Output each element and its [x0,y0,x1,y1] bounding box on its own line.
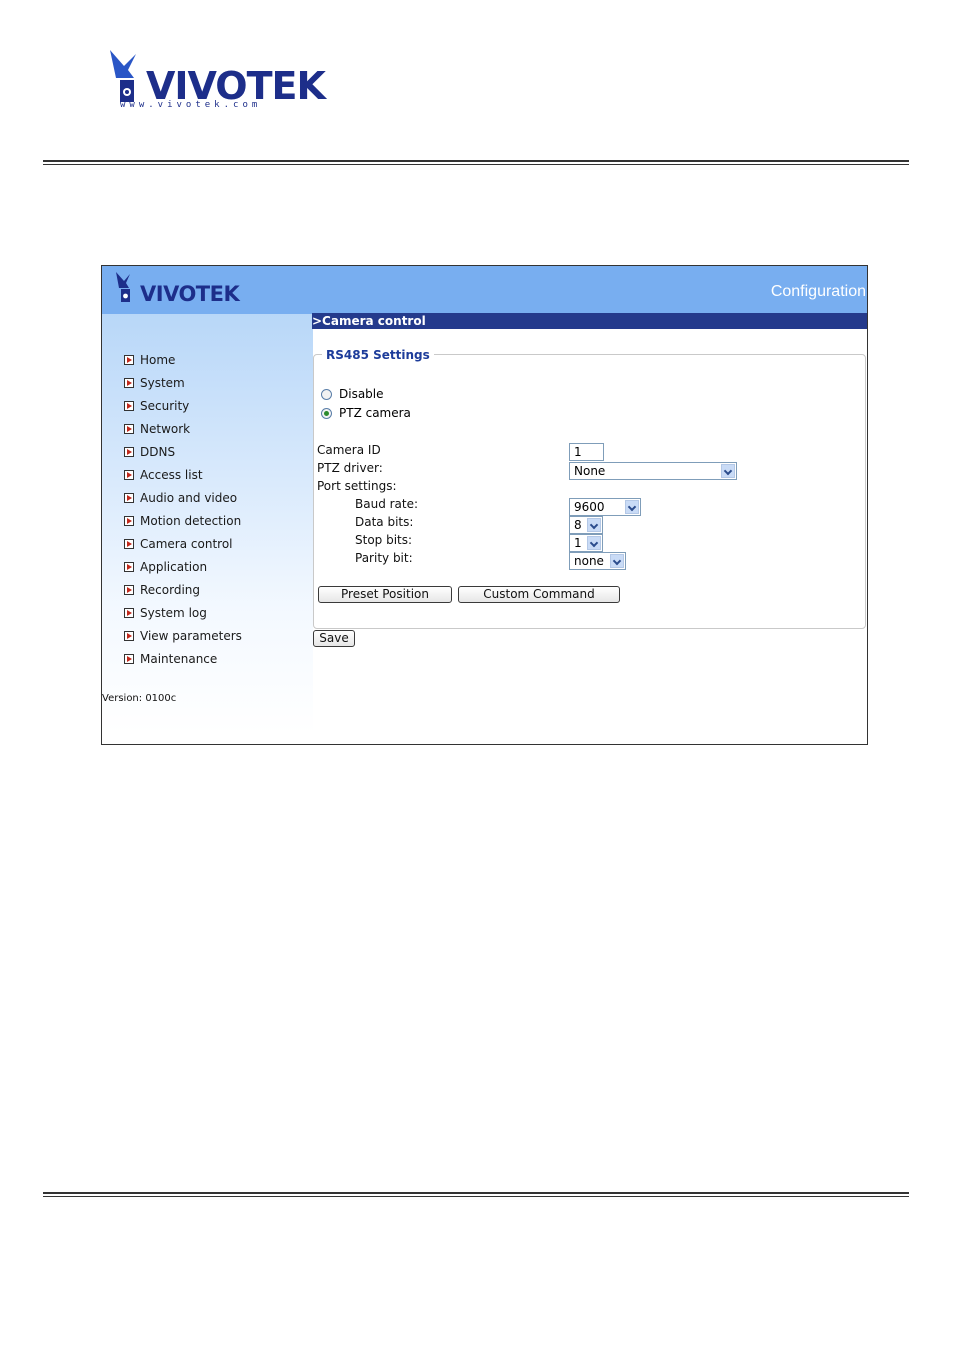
app-logo: VIVOTEK [114,271,254,307]
baud-rate-label: Baud rate: [355,497,419,511]
sidebar-item-access-list[interactable]: Access list [124,463,242,486]
parity-bit-label: Parity bit: [355,551,413,565]
chevron-down-icon [721,464,735,478]
sidebar-menu: Home System Security Network DDNS Access… [124,348,242,670]
sidebar-item-label: Home [140,352,176,367]
parity-bit-select[interactable]: none [569,552,626,570]
arrow-icon [124,561,134,572]
sidebar-item-label: Audio and video [140,490,238,505]
arrow-icon [124,515,134,526]
disable-radio[interactable] [321,388,332,400]
sidebar-item-label: Security [140,398,190,413]
sidebar-item-label: Motion detection [140,513,242,528]
header-divider [43,160,909,165]
rs485-legend: RS485 Settings [322,348,434,362]
camera-id-label: Camera ID [317,443,381,457]
header-title: Configuration [770,283,866,300]
sidebar-item-label: Maintenance [140,651,218,666]
sidebar-item-audio-video[interactable]: Audio and video [124,486,242,509]
save-button[interactable]: Save [313,630,355,647]
sidebar-item-recording[interactable]: Recording [124,578,242,601]
ptz-driver-label: PTZ driver: [317,461,383,475]
sidebar-item-label: Network [140,421,191,436]
arrow-icon [124,377,134,388]
sidebar-item-label: DDNS [140,444,176,459]
header-banner: VIVOTEK Configuration [102,266,867,314]
sidebar-item-ddns[interactable]: DDNS [124,440,242,463]
section-title-bar: >Camera control [312,313,867,329]
arrow-icon [124,630,134,641]
configuration-window: VIVOTEK Configuration Home System Securi… [101,265,868,745]
sidebar-item-camera-control[interactable]: Camera control [124,532,242,555]
arrow-icon [124,354,134,365]
sidebar-item-home[interactable]: Home [124,348,242,371]
camera-bird-icon [116,272,130,302]
port-settings-label: Port settings: [317,479,397,493]
ptz-driver-value: None [574,464,606,478]
document-logo: VIVOTEK www.vivotek.com [106,48,326,114]
sidebar-item-label: View parameters [140,628,242,643]
sidebar-item-maintenance[interactable]: Maintenance [124,647,242,670]
chevron-down-icon [610,554,624,568]
sidebar-item-network[interactable]: Network [124,417,242,440]
baud-rate-select[interactable]: 9600 [569,498,641,516]
sidebar-item-system[interactable]: System [124,371,242,394]
chevron-down-icon [587,518,601,532]
sidebar-item-motion-detection[interactable]: Motion detection [124,509,242,532]
data-bits-select[interactable]: 8 [569,516,603,534]
sidebar-item-label: Camera control [140,536,233,551]
arrow-icon [124,469,134,480]
ptz-camera-option[interactable]: PTZ camera [321,406,411,420]
parity-bit-value: none [574,554,604,568]
ptz-camera-radio[interactable] [321,407,332,419]
sidebar-item-label: Recording [140,582,201,597]
arrow-icon [124,607,134,618]
data-bits-label: Data bits: [355,515,414,529]
sidebar-item-label: Application [140,559,208,574]
sidebar-item-system-log[interactable]: System log [124,601,242,624]
custom-command-button[interactable]: Custom Command [458,586,620,603]
stop-bits-select[interactable]: 1 [569,534,603,552]
arrow-icon [124,446,134,457]
arrow-icon [124,400,134,411]
sidebar-item-security[interactable]: Security [124,394,242,417]
footer-divider [43,1192,909,1197]
sidebar-item-label: Access list [140,467,203,482]
brand-url: www.vivotek.com [120,100,262,110]
arrow-icon [124,584,134,595]
baud-rate-value: 9600 [574,500,605,514]
arrow-icon [124,423,134,434]
ptz-camera-label: PTZ camera [339,406,411,420]
sidebar-item-label: System [140,375,185,390]
disable-option[interactable]: Disable [321,387,384,401]
sidebar-item-label: System log [140,605,207,620]
arrow-icon [124,653,134,664]
data-bits-value: 8 [574,518,582,532]
sidebar-item-view-parameters[interactable]: View parameters [124,624,242,647]
app-logo-wordmark: VIVOTEK [140,282,240,306]
stop-bits-value: 1 [574,536,582,550]
chevron-down-icon [587,536,601,550]
stop-bits-label: Stop bits: [355,533,413,547]
disable-label: Disable [339,387,384,401]
sidebar-item-application[interactable]: Application [124,555,242,578]
ptz-driver-select[interactable]: None [569,462,737,480]
preset-position-button[interactable]: Preset Position [318,586,452,603]
chevron-down-icon [625,500,639,514]
version-text: Version: 0100c [102,693,177,704]
arrow-icon [124,492,134,503]
arrow-icon [124,538,134,549]
camera-id-input[interactable]: 1 [569,443,604,461]
